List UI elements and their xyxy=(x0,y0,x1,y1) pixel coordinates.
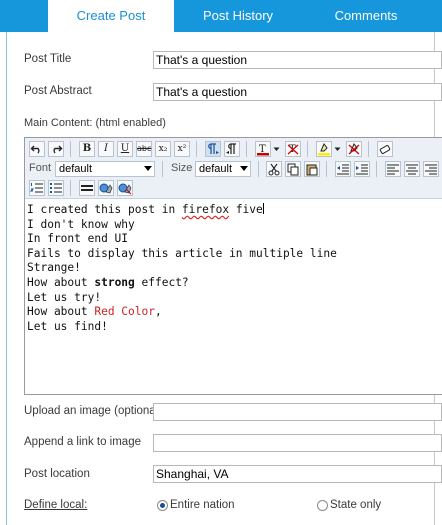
font-label: Font xyxy=(29,162,52,174)
bold-text: strong xyxy=(94,275,135,289)
radio-entire-nation[interactable] xyxy=(157,500,168,511)
ltr-direction-icon[interactable] xyxy=(205,141,221,157)
editor-line: Strange! xyxy=(27,261,81,275)
line-text: I created this post in xyxy=(27,203,182,216)
redo-icon[interactable] xyxy=(48,141,64,157)
editor-line: I don't know why xyxy=(27,217,135,231)
strikethrough-button[interactable]: abc xyxy=(136,141,152,157)
toolbar-separator xyxy=(196,141,197,157)
superscript-button[interactable]: x² xyxy=(174,141,190,157)
line-text: How about xyxy=(27,305,95,319)
radio-state-only-label[interactable]: State only xyxy=(330,499,381,511)
copy-icon[interactable] xyxy=(285,161,301,177)
toolbar-separator xyxy=(70,141,71,157)
toolbar-separator xyxy=(162,161,163,177)
editor-line: Let us try! xyxy=(27,290,102,304)
post-title-input[interactable]: That's a question xyxy=(153,51,442,69)
append-link-label: Append a link to image xyxy=(24,436,141,448)
post-title-label: Post Title xyxy=(24,53,72,65)
align-right-icon[interactable] xyxy=(423,161,439,177)
toolbar-separator xyxy=(326,161,327,177)
panel-left-border xyxy=(6,32,7,525)
post-abstract-label: Post Abstract xyxy=(24,85,92,97)
font-color-icon[interactable]: T xyxy=(255,141,271,157)
outdent-icon[interactable] xyxy=(335,161,351,177)
red-text: Red Color xyxy=(94,305,155,319)
underline-button[interactable]: U xyxy=(117,141,133,157)
align-center-icon[interactable] xyxy=(404,161,420,177)
tab-comments[interactable]: Comments xyxy=(302,0,430,32)
editor-line: Fails to display this article in multipl… xyxy=(27,246,337,260)
eraser-icon[interactable] xyxy=(377,141,393,157)
line-text: , xyxy=(154,305,162,319)
size-select[interactable]: default xyxy=(195,161,251,177)
cut-icon[interactable] xyxy=(266,161,282,177)
align-left-icon[interactable] xyxy=(385,161,401,177)
toolbar-separator xyxy=(307,141,308,157)
font-select-value: default xyxy=(59,163,93,175)
remove-link-icon[interactable] xyxy=(117,180,133,196)
highlight-dropdown-icon[interactable] xyxy=(333,141,342,157)
tab-create-post[interactable]: Create Post xyxy=(48,0,174,32)
post-location-label: Post location xyxy=(24,468,90,480)
numbered-list-icon[interactable] xyxy=(29,180,45,196)
size-select-value: default xyxy=(199,163,233,175)
upload-image-input[interactable] xyxy=(153,403,442,421)
radio-entire-nation-label[interactable]: Entire nation xyxy=(170,499,235,511)
append-link-input[interactable] xyxy=(153,434,442,452)
size-label: Size xyxy=(171,162,193,174)
indent-icon[interactable] xyxy=(354,161,370,177)
editor-line: I created this post in firefox five xyxy=(27,203,437,218)
insert-link-icon[interactable] xyxy=(98,180,114,196)
toolbar-separator xyxy=(376,161,377,177)
toolbar-separator xyxy=(246,141,247,157)
editor-line: How about Red Color, xyxy=(27,305,437,320)
misspelled-word: firefox xyxy=(181,203,230,216)
highlight-color-icon[interactable] xyxy=(316,141,332,157)
font-select[interactable]: default xyxy=(55,161,155,177)
post-location-input[interactable]: Shanghai, VA xyxy=(153,465,442,483)
line-text: How about xyxy=(27,275,95,289)
paste-icon[interactable] xyxy=(304,161,320,177)
remove-format-icon[interactable]: T xyxy=(285,141,301,157)
rtl-direction-icon[interactable] xyxy=(224,141,240,157)
undo-icon[interactable] xyxy=(29,141,45,157)
radio-state-only[interactable] xyxy=(317,500,328,511)
line-text: five xyxy=(229,203,263,216)
tab-post-history[interactable]: Post History xyxy=(176,0,300,32)
chevron-down-icon xyxy=(240,166,248,171)
italic-button[interactable]: I xyxy=(98,141,114,157)
editor-line: Let us find! xyxy=(27,319,108,333)
font-color-dropdown-icon[interactable] xyxy=(272,141,281,157)
editor-line: In front end UI xyxy=(27,232,129,246)
toolbar-separator xyxy=(70,180,71,196)
text-cursor xyxy=(262,203,264,214)
line-text: effect? xyxy=(134,275,189,289)
post-abstract-input[interactable]: That's a question xyxy=(153,83,442,101)
define-local-label: Define local: xyxy=(24,499,88,511)
bold-button[interactable]: B xyxy=(79,141,95,157)
toolbar-separator xyxy=(368,141,369,157)
toolbar-separator xyxy=(258,161,259,177)
editor-content[interactable]: I created this post in firefox five I do… xyxy=(27,203,437,334)
remove-highlight-icon[interactable] xyxy=(346,141,362,157)
chevron-down-icon xyxy=(144,166,152,171)
main-content-label: Main Content: (html enabled) xyxy=(24,117,166,129)
upload-image-label: Upload an image (optional) xyxy=(24,405,163,417)
editor-line: How about strong effect? xyxy=(27,276,437,291)
bullet-list-icon[interactable] xyxy=(48,180,64,196)
horizontal-rule-icon[interactable] xyxy=(79,180,95,196)
subscript-button[interactable]: x₂ xyxy=(155,141,171,157)
